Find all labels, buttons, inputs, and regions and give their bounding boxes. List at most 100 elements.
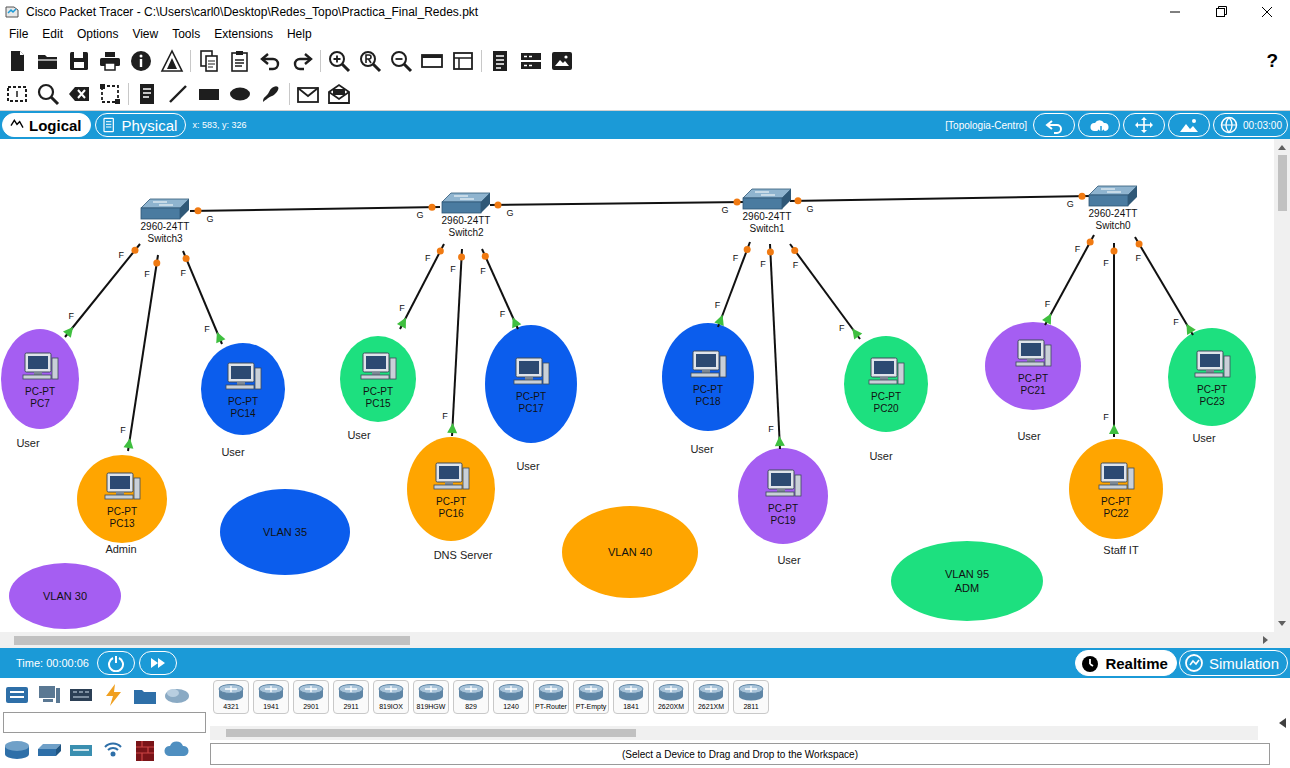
- pc[interactable]: PC-PTPC16: [434, 463, 469, 519]
- complex-pdu-icon[interactable]: [327, 82, 351, 106]
- device-model[interactable]: 2811: [733, 680, 769, 714]
- pc[interactable]: PC-PTPC20: [869, 358, 904, 414]
- power-cycle-icon[interactable]: [107, 654, 125, 672]
- device-model[interactable]: 1941: [253, 680, 289, 714]
- fast-forward-button[interactable]: [139, 651, 177, 675]
- restore-icon[interactable]: [1198, 0, 1244, 24]
- cloud-cluster-button[interactable]: [1078, 113, 1120, 137]
- simple-pdu-icon[interactable]: [296, 82, 320, 106]
- scroll-right-icon[interactable]: [1262, 635, 1270, 645]
- end-devices-icon[interactable]: [35, 682, 63, 708]
- physical-view-icon[interactable]: [102, 117, 118, 133]
- menu-item[interactable]: Tools: [165, 25, 207, 43]
- vlan-legend[interactable]: VLAN 95ADM: [891, 541, 1043, 621]
- pc[interactable]: PC-PTPC21: [1016, 340, 1051, 396]
- link[interactable]: GG: [190, 204, 440, 224]
- menu-item[interactable]: Options: [70, 25, 125, 43]
- menu-item[interactable]: File: [2, 25, 35, 43]
- move-object-button[interactable]: [1123, 113, 1165, 137]
- drawing-palette-icon[interactable]: [420, 49, 444, 73]
- mode-tab[interactable]: Simulation: [1179, 650, 1288, 676]
- link[interactable]: FF: [1103, 243, 1119, 437]
- back-button[interactable]: [1033, 113, 1075, 137]
- move-object-icon[interactable]: [1134, 116, 1154, 134]
- device-model[interactable]: 819HGW: [413, 680, 449, 714]
- print-icon[interactable]: [98, 49, 122, 73]
- hubs-icon[interactable]: [67, 737, 95, 763]
- activity-wizard-icon[interactable]: [160, 49, 184, 73]
- link[interactable]: FF: [1135, 237, 1196, 335]
- viewport-clock[interactable]: 00:03:00: [1213, 113, 1288, 137]
- power-cycle-button[interactable]: [97, 651, 135, 675]
- link[interactable]: FF: [760, 244, 785, 449]
- pc[interactable]: PC-PTPC17: [514, 358, 549, 414]
- view-tab[interactable]: Logical: [2, 113, 91, 137]
- switches-icon[interactable]: [35, 737, 63, 763]
- pc[interactable]: PC-PTPC14: [226, 363, 261, 419]
- link[interactable]: FF: [120, 255, 160, 451]
- back-icon[interactable]: [1044, 116, 1064, 134]
- redo-icon[interactable]: [290, 49, 314, 73]
- vlan-legend[interactable]: VLAN 30: [9, 563, 121, 629]
- menu-item[interactable]: Help: [280, 25, 319, 43]
- components-icon[interactable]: [67, 682, 95, 708]
- link[interactable]: FF: [1042, 235, 1094, 325]
- menu-item[interactable]: Extensions: [207, 25, 280, 43]
- resize-icon[interactable]: [98, 82, 122, 106]
- draw-line-icon[interactable]: [166, 82, 190, 106]
- connections-icon[interactable]: [99, 682, 127, 708]
- scroll-up-icon[interactable]: [1277, 143, 1287, 151]
- place-note-icon[interactable]: [135, 82, 159, 106]
- background-icon[interactable]: [1179, 116, 1199, 134]
- select-icon[interactable]: [5, 82, 29, 106]
- cloud-cluster-icon[interactable]: [1089, 116, 1109, 134]
- help-button[interactable]: ?: [1266, 50, 1278, 72]
- freeform-icon[interactable]: [259, 82, 283, 106]
- models-scrollbar[interactable]: [210, 726, 1258, 740]
- delete-icon[interactable]: [67, 82, 91, 106]
- custom-device-icon[interactable]: [451, 49, 475, 73]
- globe-icon[interactable]: [1219, 116, 1239, 134]
- device-model[interactable]: PT-Empty: [573, 680, 609, 714]
- switch[interactable]: 2960-24TTSwitch0: [1089, 186, 1138, 231]
- device-model[interactable]: PT-Router: [533, 680, 569, 714]
- wan-emulation-icon[interactable]: [163, 737, 191, 763]
- zoom-in-icon[interactable]: [327, 49, 351, 73]
- link[interactable]: GG: [490, 199, 745, 218]
- security-icon[interactable]: [131, 737, 159, 763]
- inspect-icon[interactable]: [36, 82, 60, 106]
- pc[interactable]: PC-PTPC22: [1099, 463, 1134, 519]
- device-model[interactable]: 2901: [293, 680, 329, 714]
- menu-item[interactable]: View: [125, 25, 165, 43]
- menu-item[interactable]: Edit: [35, 25, 70, 43]
- network-devices-icon[interactable]: [3, 682, 31, 708]
- wireless-devices-icon[interactable]: [99, 737, 127, 763]
- vlan-legend[interactable]: VLAN 40: [562, 506, 698, 598]
- vlan-legend[interactable]: VLAN 35: [220, 489, 350, 575]
- miscellaneous-icon[interactable]: [131, 682, 159, 708]
- logical-canvas[interactable]: VLAN 35VLAN 40VLAN 95ADMVLAN 30GGGGGGFFF…: [0, 139, 1274, 633]
- link[interactable]: GG: [790, 193, 1090, 214]
- device-model[interactable]: 1841: [613, 680, 649, 714]
- paste-icon[interactable]: [228, 49, 252, 73]
- link[interactable]: FF: [397, 244, 444, 329]
- pc[interactable]: PC-PTPC18: [691, 351, 726, 407]
- fast-forward-icon[interactable]: [149, 654, 167, 672]
- device-model[interactable]: 819IOX: [373, 680, 409, 714]
- device-model[interactable]: 2620XM: [653, 680, 689, 714]
- device-model[interactable]: 2621XM: [693, 680, 729, 714]
- multiuser-icon[interactable]: [163, 682, 191, 708]
- pc[interactable]: PC-PTPC19: [766, 470, 801, 526]
- copy-icon[interactable]: [197, 49, 221, 73]
- device-list-icon[interactable]: [519, 49, 543, 73]
- notes-icon[interactable]: [488, 49, 512, 73]
- undo-icon[interactable]: [259, 49, 283, 73]
- scroll-thumb[interactable]: [1278, 155, 1287, 211]
- open-folder-icon[interactable]: [36, 49, 60, 73]
- device-model[interactable]: 2911: [333, 680, 369, 714]
- save-icon[interactable]: [67, 49, 91, 73]
- zoom-reset-icon[interactable]: [358, 49, 382, 73]
- link[interactable]: FF: [480, 249, 521, 329]
- device-model[interactable]: 829: [453, 680, 489, 714]
- device-model[interactable]: 1240: [493, 680, 529, 714]
